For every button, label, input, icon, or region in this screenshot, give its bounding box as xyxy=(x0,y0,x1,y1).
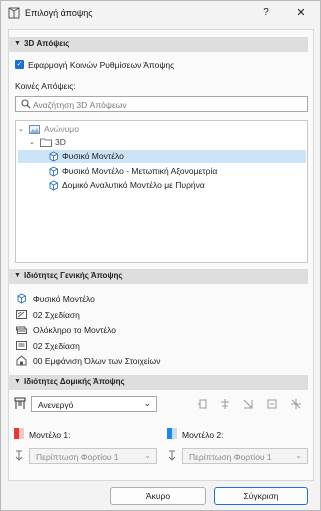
pen-set-icon xyxy=(16,310,27,319)
model2-color-swatch-light xyxy=(172,428,177,439)
tree-item-label: Δομικό Αναλυτικό Μοντέλο με Πυρήνα xyxy=(62,180,205,190)
layer-combination-value: Ολόκληρο το Μοντέλο xyxy=(33,325,116,335)
image-view-icon xyxy=(29,125,40,134)
model1-label: Μοντέλο 1: xyxy=(29,430,71,440)
collapse-triangle-icon: ▼ xyxy=(14,378,21,385)
tree-item-label: Φυσικό Μοντέλο xyxy=(62,151,124,161)
tree-item-view-3[interactable]: Δομικό Αναλυτικό Μοντέλο με Πυρήνα xyxy=(18,179,306,192)
expand-chevron-icon[interactable]: ⌄ xyxy=(18,123,24,136)
load-arrow-icon xyxy=(168,450,176,461)
section-header-structural-properties[interactable]: ▼ Ιδιότητες Δομικής Άποψης xyxy=(8,375,308,390)
search-icon xyxy=(21,99,31,109)
title-bar: Επιλογή άποψης ? ✕ xyxy=(1,1,320,25)
tree-item-view-2[interactable]: Φυσικό Μοντέλο - Μετωπική Αξονομετρία xyxy=(18,165,306,178)
model2-label: Μοντέλο 2: xyxy=(182,430,224,440)
expand-chevron-icon[interactable]: ⌄ xyxy=(29,136,35,149)
common-views-label: Κοινές Απόψεις: xyxy=(15,81,76,91)
pen-set-value: 02 Σχεδίαση xyxy=(33,310,80,320)
chevron-down-icon: ⌄ xyxy=(295,451,302,460)
app-icon xyxy=(8,7,20,19)
compare-button[interactable]: Σύγκριση xyxy=(214,487,308,505)
layer-combination-icon xyxy=(16,326,27,334)
3d-cube-icon xyxy=(49,151,58,162)
structural-tool-4-icon[interactable] xyxy=(266,398,278,410)
model1-color-swatch-light xyxy=(19,428,24,439)
3d-cube-icon xyxy=(49,180,58,191)
model2-load-case-dropdown[interactable]: Περίπτωση Φορτίου 1 ⌄ xyxy=(182,448,308,464)
element-filter-value: 00 Εμφάνιση Όλων των Στοιχείων xyxy=(33,356,161,366)
apply-common-settings-checkbox[interactable]: ✓ xyxy=(15,60,24,69)
display-options-icon xyxy=(16,341,27,350)
structural-mode-dropdown[interactable]: Ανενεργό ⌄ xyxy=(31,396,157,412)
dialog-window: Επιλογή άποψης ? ✕ ▼ 3D Απόψεις ✓ Εφαρμο… xyxy=(0,0,321,511)
search-input[interactable]: Αναζήτηση 3D Απόψεων xyxy=(15,96,308,112)
collapse-triangle-icon: ▼ xyxy=(14,272,21,279)
tree-item-label: Ανώνυμο xyxy=(44,124,79,134)
3d-cube-icon xyxy=(49,166,58,177)
section-title: Ιδιότητες Γενικής Άποψης xyxy=(24,271,123,280)
tree-item-view-1[interactable]: Φυσικό Μοντέλο xyxy=(18,150,306,163)
tree-item-label: Φυσικό Μοντέλο - Μετωπική Αξονομετρία xyxy=(62,166,218,176)
section-title: Ιδιότητες Δομικής Άποψης xyxy=(24,377,125,386)
tree-item-root[interactable]: ⌄ Ανώνυμο xyxy=(18,123,306,136)
model-view-value: Φυσικό Μοντέλο xyxy=(33,294,95,304)
help-button[interactable]: ? xyxy=(257,4,275,22)
section-header-general-properties[interactable]: ▼ Ιδιότητες Γενικής Άποψης xyxy=(8,269,308,284)
dropdown-value: Περίπτωση Φορτίου 1 xyxy=(36,452,119,462)
folder-icon xyxy=(40,138,52,147)
structural-tool-3-icon[interactable] xyxy=(242,398,254,410)
structural-tool-5-icon[interactable] xyxy=(290,398,302,410)
apply-common-settings-label: Εφαρμογή Κοινών Ρυθμίσεων Άποψης xyxy=(28,60,175,70)
house-filter-icon xyxy=(16,355,27,366)
dropdown-value: Ανενεργό xyxy=(38,400,74,410)
chevron-down-icon: ⌄ xyxy=(144,451,151,460)
section-header-3d-views[interactable]: ▼ 3D Απόψεις xyxy=(8,37,308,52)
load-arrow-icon xyxy=(15,450,23,461)
tree-item-label: 3D xyxy=(55,137,66,147)
model-display-value: 02 Σχεδίαση xyxy=(33,341,80,351)
tree-item-folder[interactable]: ⌄ 3D xyxy=(18,136,306,149)
cancel-button[interactable]: Άκυρο xyxy=(110,487,206,505)
search-placeholder: Αναζήτηση 3D Απόψεων xyxy=(33,100,127,110)
dropdown-value: Περίπτωση Φορτίου 1 xyxy=(189,452,272,462)
structural-tool-1-icon[interactable] xyxy=(197,398,209,410)
close-button[interactable]: ✕ xyxy=(292,4,310,22)
window-title: Επιλογή άποψης xyxy=(25,8,93,18)
model1-load-case-dropdown[interactable]: Περίπτωση Φορτίου 1 ⌄ xyxy=(29,448,157,464)
collapse-triangle-icon: ▼ xyxy=(14,40,21,47)
chevron-down-icon: ⌄ xyxy=(143,398,151,408)
section-title: 3D Απόψεις xyxy=(24,39,70,48)
3d-cube-icon xyxy=(17,293,26,304)
views-tree[interactable]: ⌄ Ανώνυμο ⌄ 3D Φυσικό Μοντέλο Φυσικό Μον… xyxy=(15,120,308,263)
structural-tool-2-icon[interactable] xyxy=(219,398,231,410)
structural-display-icon xyxy=(14,397,26,409)
